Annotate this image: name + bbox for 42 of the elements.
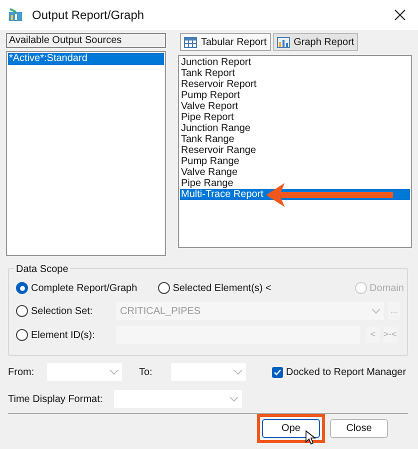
tab[interactable]: Tabular Report [180,33,271,51]
chevron-down-icon [110,370,118,374]
checkmark-icon [273,368,282,376]
panel-header: Available Output Sources [6,33,166,48]
table-icon [184,36,197,48]
to-dropdown[interactable] [171,363,246,381]
scope-radio[interactable]: Selection Set: [16,304,116,318]
report-item[interactable]: Reservoir Report [180,79,410,90]
from-label: From: [8,366,36,380]
chevron-down-icon [230,396,238,402]
docked-checkbox[interactable]: Docked to Report Manager [272,364,406,380]
report-item[interactable]: Reservoir Range [180,145,410,156]
report-item[interactable]: Junction Range [180,123,410,134]
time-format-label: Time Display Format: [8,392,104,406]
report-item[interactable]: Pump Report [180,90,410,101]
report-item[interactable]: Pump Range [180,156,410,167]
scope-radio[interactable]: Selected Element(s) < [158,280,355,296]
source-item[interactable]: *Active*:Standard [8,53,164,65]
scope-radio: Domain [354,280,404,296]
from-dropdown[interactable] [47,363,122,381]
tab[interactable]: Graph Report [272,33,358,51]
group-title: Data Scope [14,262,70,277]
time-format-dropdown[interactable] [114,390,242,408]
pointer-icon [305,430,317,445]
scope-radio[interactable]: Complete Report/Graph [16,280,158,296]
dialog-button[interactable]: Ope [262,419,320,438]
bar-chart-icon [276,36,290,48]
to-label: To: [139,366,154,380]
chevron-down-icon [372,308,380,314]
chevron-down-icon [234,370,242,374]
report-item[interactable]: Junction Report [180,57,410,68]
window-title: Output Report/Graph [32,7,144,24]
report-item[interactable]: Pipe Range [180,178,410,189]
app-icon [8,8,24,22]
report-item[interactable]: Pipe Report [180,112,410,123]
report-item[interactable]: Valve Report [180,101,410,112]
dialog-button[interactable]: Close [330,419,388,438]
scope-radio[interactable]: Element ID(s): [16,328,116,342]
close-icon[interactable] [394,9,406,21]
report-item[interactable]: Valve Range [180,167,410,178]
report-item[interactable]: Tank Report [180,68,410,79]
report-item[interactable]: Tank Range [180,134,410,145]
